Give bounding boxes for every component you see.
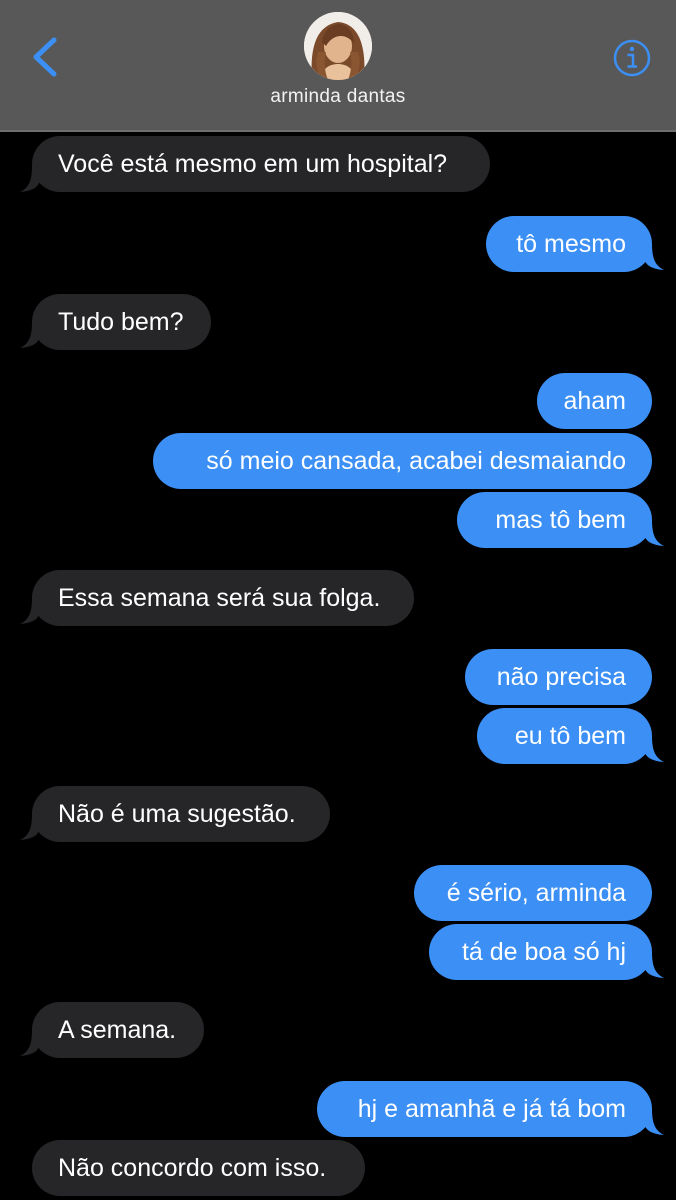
conversation-header: arminda dantas <box>0 0 676 132</box>
message-text: tô mesmo <box>516 230 626 258</box>
avatar-photo <box>304 12 372 80</box>
message-bubble-incoming[interactable]: Tudo bem? <box>32 294 211 350</box>
info-circle-icon <box>613 39 651 77</box>
message-text: Essa semana será sua folga. <box>58 584 381 612</box>
bubble-tail-incoming <box>20 814 40 840</box>
message-bubble-outgoing[interactable]: é sério, arminda <box>414 865 652 921</box>
message-bubble-incoming[interactable]: Essa semana será sua folga. <box>32 570 414 626</box>
message-text: eu tô bem <box>514 722 626 750</box>
message-text: Não concordo com isso. <box>58 1154 327 1182</box>
contact-name[interactable]: arminda dantas <box>0 86 676 108</box>
message-text: hj e amanhã e já tá bom <box>357 1095 626 1123</box>
bubble-tail-outgoing <box>644 520 664 546</box>
message-text: só meio cansada, acabei desmaiando <box>206 447 626 475</box>
back-button[interactable] <box>22 30 72 84</box>
message-bubble-outgoing[interactable]: só meio cansada, acabei desmaiando <box>153 433 652 489</box>
info-button[interactable] <box>612 38 652 78</box>
message-bubble-incoming[interactable]: Não concordo com isso. <box>32 1140 365 1196</box>
message-bubble-outgoing[interactable]: tô mesmo <box>486 216 652 272</box>
message-bubble-incoming[interactable]: A semana. <box>32 1002 204 1058</box>
bubble-tail-incoming <box>20 166 40 192</box>
message-text: Você está mesmo em um hospital? <box>58 150 448 178</box>
bubble-tail-outgoing <box>644 1109 664 1135</box>
message-text: aham <box>563 387 626 415</box>
message-text: Não é uma sugestão. <box>58 800 296 828</box>
bubble-tail-outgoing <box>644 736 664 762</box>
bubble-tail-incoming <box>20 598 40 624</box>
message-text: A semana. <box>58 1016 177 1044</box>
contact-avatar[interactable] <box>304 12 372 80</box>
message-text: não precisa <box>496 663 626 691</box>
bubble-tail-outgoing <box>644 244 664 270</box>
message-bubble-outgoing[interactable]: aham <box>537 373 652 429</box>
message-bubble-incoming[interactable]: Você está mesmo em um hospital? <box>32 136 490 192</box>
bubble-tail-incoming <box>20 322 40 348</box>
message-text: tá de boa só hj <box>461 938 626 966</box>
message-bubble-outgoing[interactable]: não precisa <box>465 649 652 705</box>
message-bubble-outgoing[interactable]: tá de boa só hj <box>429 924 652 980</box>
message-bubble-outgoing[interactable]: hj e amanhã e já tá bom <box>317 1081 652 1137</box>
message-bubble-outgoing[interactable]: eu tô bem <box>477 708 652 764</box>
message-text: é sério, arminda <box>446 879 626 907</box>
bubble-tail-outgoing <box>644 952 664 978</box>
message-text: mas tô bem <box>495 506 626 534</box>
bubble-tail-incoming <box>20 1030 40 1056</box>
chevron-left-icon <box>33 37 57 77</box>
message-bubble-incoming[interactable]: Não é uma sugestão. <box>32 786 330 842</box>
message-bubble-outgoing[interactable]: mas tô bem <box>457 492 652 548</box>
message-text: Tudo bem? <box>58 308 184 336</box>
